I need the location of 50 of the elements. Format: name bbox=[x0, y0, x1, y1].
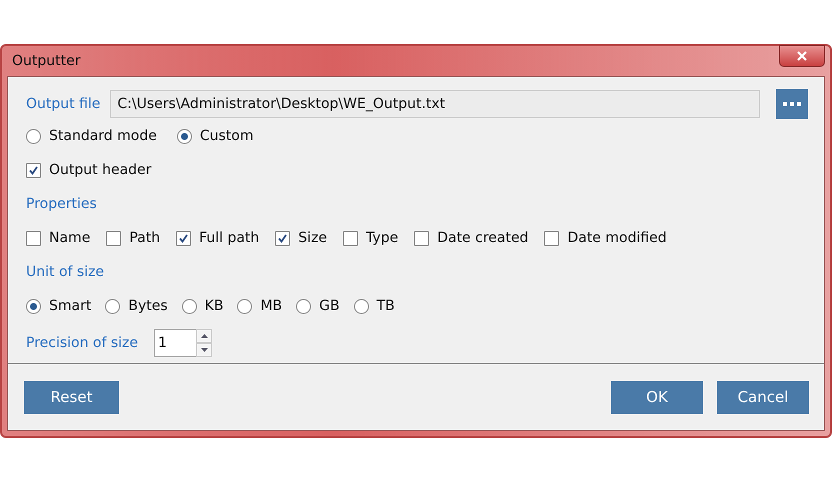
checkbox[interactable] bbox=[176, 230, 192, 246]
radio-button[interactable] bbox=[176, 128, 192, 144]
radio-button[interactable] bbox=[237, 298, 252, 314]
precision-label: Precision of size bbox=[26, 335, 138, 351]
mode-option-label: Custom bbox=[200, 128, 254, 144]
window-title: Outputter bbox=[11, 53, 80, 69]
unit-option-label: GB bbox=[319, 298, 340, 314]
precision-field[interactable]: 1 bbox=[154, 329, 196, 357]
property-label: Size bbox=[298, 230, 328, 246]
radio-button[interactable] bbox=[296, 298, 312, 314]
reset-button[interactable]: Reset bbox=[24, 380, 119, 414]
mode-option-label: Standard mode bbox=[49, 128, 157, 144]
property-label: Path bbox=[129, 230, 160, 246]
radio-button[interactable] bbox=[354, 298, 369, 314]
checkbox[interactable] bbox=[343, 230, 358, 246]
checkbox[interactable] bbox=[414, 230, 430, 246]
spin-up-button[interactable] bbox=[196, 329, 212, 343]
unit-option-label: TB bbox=[376, 298, 395, 314]
up-arrow-icon bbox=[200, 334, 208, 338]
checkbox[interactable] bbox=[106, 230, 122, 246]
checkbox[interactable] bbox=[26, 162, 41, 178]
property-label: Full path bbox=[199, 230, 260, 246]
unit-of-size-heading: Unit of size bbox=[26, 264, 104, 280]
unit-option-label: MB bbox=[260, 298, 282, 314]
property-label: Date modified bbox=[567, 230, 667, 246]
unit-option-label: Smart bbox=[49, 298, 92, 314]
output-file-label: Output file bbox=[26, 96, 100, 112]
close-button[interactable] bbox=[779, 45, 825, 67]
property-label: Type bbox=[366, 230, 398, 246]
spin-down-button[interactable] bbox=[196, 343, 212, 357]
radio-button[interactable] bbox=[26, 128, 41, 144]
radio-button[interactable] bbox=[26, 298, 41, 314]
output-file-field[interactable]: C:\Users\Administrator\Desktop\WE_Output.txt bbox=[110, 90, 760, 118]
checkbox[interactable] bbox=[544, 230, 560, 246]
close-icon bbox=[797, 51, 807, 61]
dots-icon bbox=[783, 102, 801, 106]
checkbox[interactable] bbox=[275, 230, 290, 246]
output-header-label: Output header bbox=[49, 162, 152, 178]
properties-heading: Properties bbox=[26, 196, 97, 212]
unit-option-label: KB bbox=[204, 298, 224, 314]
property-label: Name bbox=[49, 230, 90, 246]
property-label: Date created bbox=[437, 230, 528, 246]
checkbox[interactable] bbox=[26, 230, 41, 246]
down-arrow-icon bbox=[200, 348, 208, 352]
unit-option-label: Bytes bbox=[128, 298, 168, 314]
ok-button[interactable]: OK bbox=[611, 380, 703, 414]
browse-button[interactable] bbox=[776, 89, 808, 119]
radio-button[interactable] bbox=[105, 298, 120, 314]
radio-button[interactable] bbox=[182, 298, 197, 314]
cancel-button[interactable]: Cancel bbox=[717, 380, 809, 414]
